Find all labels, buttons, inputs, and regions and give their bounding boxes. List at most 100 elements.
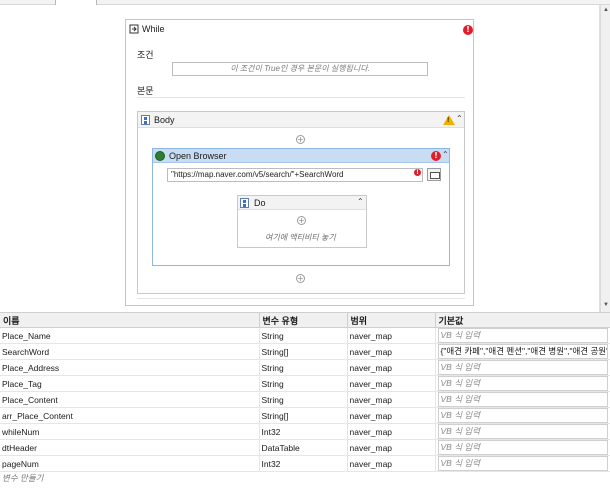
body-sequence[interactable]: Body ! ⌃ + Open Browser ! ⌃ "https://map… bbox=[137, 111, 465, 294]
variable-default-cell[interactable]: VB 식 입력 bbox=[435, 327, 610, 344]
variable-scope-cell-text: naver_map bbox=[349, 410, 393, 421]
variable-type-cell[interactable]: String bbox=[259, 391, 348, 408]
variable-default-cell[interactable]: {"애견 카페","애견 펜션","애견 병원","애견 공원"} bbox=[435, 343, 610, 360]
default-value-input[interactable]: VB 식 입력 bbox=[437, 440, 608, 455]
variable-name-cell[interactable]: pageNum bbox=[0, 455, 260, 472]
default-value-input[interactable]: VB 식 입력 bbox=[437, 392, 608, 407]
variable-scope-cell[interactable]: naver_map bbox=[347, 375, 436, 392]
variable-scope-cell-text: naver_map bbox=[349, 346, 393, 357]
variables-panel: 이름 변수 유형 범위 기본값 Place_Name String naver_ma… bbox=[0, 312, 610, 500]
column-header-name[interactable]: 이름 bbox=[0, 313, 260, 328]
open-browser-activity[interactable]: Open Browser ! ⌃ "https://map.naver.com/… bbox=[152, 148, 450, 266]
variable-row[interactable]: dtHeader DataTable naver_map VB 식 입력 bbox=[0, 439, 610, 456]
variable-name-cell[interactable]: Place_Address bbox=[0, 359, 260, 376]
variable-row[interactable]: SearchWord String[] naver_map {"애견 카페","애견 … bbox=[0, 343, 610, 360]
variable-name-cell-text: Place_Address bbox=[2, 362, 60, 373]
variable-row[interactable]: Place_Tag String naver_map VB 식 입력 bbox=[0, 375, 610, 392]
variable-type-cell[interactable]: String bbox=[259, 327, 348, 344]
variable-row[interactable]: Place_Name String naver_map VB 식 입력 bbox=[0, 327, 610, 344]
variable-scope-cell[interactable]: naver_map bbox=[347, 455, 436, 472]
variable-name-cell[interactable]: Place_Name bbox=[0, 327, 260, 344]
while-activity[interactable]: While ! 조건 이 조건이 True인 경우 본문이 실행됩니다. 본문 … bbox=[125, 19, 474, 306]
variable-default-cell[interactable]: VB 식 입력 bbox=[435, 375, 610, 392]
variable-type-cell[interactable]: String bbox=[259, 359, 348, 376]
variable-type-cell[interactable]: String bbox=[259, 375, 348, 392]
variable-scope-cell[interactable]: naver_map bbox=[347, 327, 436, 344]
condition-label: 조건 bbox=[137, 50, 154, 60]
variable-scope-cell[interactable]: naver_map bbox=[347, 439, 436, 456]
variable-row[interactable]: Place_Address String naver_map VB 식 입력 bbox=[0, 359, 610, 376]
variable-type-cell-text: DataTable bbox=[261, 442, 300, 453]
variable-scope-cell-text: naver_map bbox=[349, 378, 393, 389]
default-value-input[interactable]: VB 식 입력 bbox=[437, 424, 608, 439]
default-value-input[interactable]: VB 식 입력 bbox=[437, 360, 608, 375]
collapse-icon[interactable]: ⌃ bbox=[456, 114, 463, 123]
default-value-input[interactable]: VB 식 입력 bbox=[437, 408, 608, 423]
variable-type-cell[interactable]: Int32 bbox=[259, 455, 348, 472]
open-browser-error-icon[interactable]: ! bbox=[431, 151, 441, 161]
variable-scope-cell[interactable]: naver_map bbox=[347, 391, 436, 408]
url-error-icon[interactable]: ! bbox=[414, 169, 421, 176]
do-sequence-title: Do bbox=[254, 198, 266, 208]
table-header-row: 이름 변수 유형 범위 기본값 bbox=[0, 313, 610, 328]
url-input[interactable]: "https://map.naver.com/v5/search/"+Searc… bbox=[167, 168, 423, 182]
variable-default-cell[interactable]: VB 식 입력 bbox=[435, 359, 610, 376]
variable-row[interactable]: Place_Content String naver_map VB 식 입력 bbox=[0, 391, 610, 408]
variable-default-cell[interactable]: VB 식 입력 bbox=[435, 423, 610, 440]
collapse-icon[interactable]: ⌃ bbox=[442, 150, 449, 159]
variable-row[interactable]: pageNum Int32 naver_map VB 식 입력 bbox=[0, 455, 610, 472]
condition-input[interactable]: 이 조건이 True인 경우 본문이 실행됩니다. bbox=[172, 62, 428, 76]
default-value-input[interactable]: VB 식 입력 bbox=[437, 456, 608, 471]
add-activity-icon[interactable]: + bbox=[296, 274, 305, 283]
variable-name-cell[interactable]: Place_Tag bbox=[0, 375, 260, 392]
browse-button[interactable] bbox=[427, 168, 441, 181]
variable-scope-cell[interactable]: naver_map bbox=[347, 407, 436, 424]
variable-name-cell-text: arr_Place_Content bbox=[2, 410, 73, 421]
variable-name-cell[interactable]: arr_Place_Content bbox=[0, 407, 260, 424]
warning-icon[interactable]: ! bbox=[443, 115, 455, 125]
variable-name-cell[interactable]: whileNum bbox=[0, 423, 260, 440]
variable-type-cell-text: String bbox=[261, 362, 284, 373]
variable-row[interactable]: arr_Place_Content String[] naver_map VB 식 입… bbox=[0, 407, 610, 424]
vertical-scrollbar[interactable]: ▲ ▼ bbox=[600, 5, 610, 312]
variable-name-cell[interactable]: dtHeader bbox=[0, 439, 260, 456]
variable-default-cell[interactable]: VB 식 입력 bbox=[435, 407, 610, 424]
default-value-input[interactable]: {"애견 카페","애견 펜션","애견 병원","애견 공원"} bbox=[437, 344, 608, 359]
variable-scope-cell-text: naver_map bbox=[349, 330, 393, 341]
column-header-type[interactable]: 변수 유형 bbox=[259, 313, 348, 328]
default-value-input[interactable]: VB 식 입력 bbox=[437, 328, 608, 343]
variable-scope-cell[interactable]: naver_map bbox=[347, 423, 436, 440]
scroll-up-icon[interactable]: ▲ bbox=[602, 6, 610, 14]
variable-type-cell-text: String[] bbox=[261, 346, 289, 357]
do-sequence-header: Do ⌃ bbox=[238, 196, 366, 210]
variable-type-cell[interactable]: Int32 bbox=[259, 423, 348, 440]
variable-type-cell[interactable]: String[] bbox=[259, 343, 348, 360]
variable-type-cell[interactable]: String[] bbox=[259, 407, 348, 424]
variable-default-cell[interactable]: VB 식 입력 bbox=[435, 455, 610, 472]
variable-name-cell[interactable]: SearchWord bbox=[0, 343, 260, 360]
add-activity-icon[interactable]: + bbox=[296, 135, 305, 144]
create-variable-link[interactable]: 변수 만들기 bbox=[2, 472, 43, 484]
variable-row[interactable]: whileNum Int32 naver_map VB 식 입력 bbox=[0, 423, 610, 440]
variable-type-cell-text: Int32 bbox=[261, 426, 281, 437]
collapse-icon[interactable]: ⌃ bbox=[357, 197, 364, 206]
variable-type-cell[interactable]: DataTable bbox=[259, 439, 348, 456]
column-header-default[interactable]: 기본값 bbox=[435, 313, 610, 328]
variable-scope-cell-text: naver_map bbox=[349, 426, 393, 437]
default-value-input[interactable]: VB 식 입력 bbox=[437, 376, 608, 391]
variable-name-cell-text: pageNum bbox=[2, 458, 39, 469]
add-activity-icon[interactable]: + bbox=[297, 216, 306, 225]
variable-scope-cell[interactable]: naver_map bbox=[347, 359, 436, 376]
scroll-down-icon[interactable]: ▼ bbox=[602, 301, 610, 309]
do-sequence[interactable]: Do ⌃ + 여기에 액티비티 놓기 bbox=[237, 195, 367, 248]
variable-default-cell[interactable]: VB 식 입력 bbox=[435, 391, 610, 408]
variable-name-cell-text: Place_Tag bbox=[2, 378, 42, 389]
while-error-icon[interactable]: ! bbox=[463, 25, 473, 35]
variable-scope-cell[interactable]: naver_map bbox=[347, 343, 436, 360]
while-loop-icon bbox=[129, 24, 139, 34]
variable-name-cell[interactable]: Place_Content bbox=[0, 391, 260, 408]
variable-default-cell[interactable]: VB 식 입력 bbox=[435, 439, 610, 456]
column-header-scope[interactable]: 범위 bbox=[347, 313, 436, 328]
body-label: 본문 bbox=[137, 86, 154, 96]
variable-scope-cell-text: naver_map bbox=[349, 362, 393, 373]
